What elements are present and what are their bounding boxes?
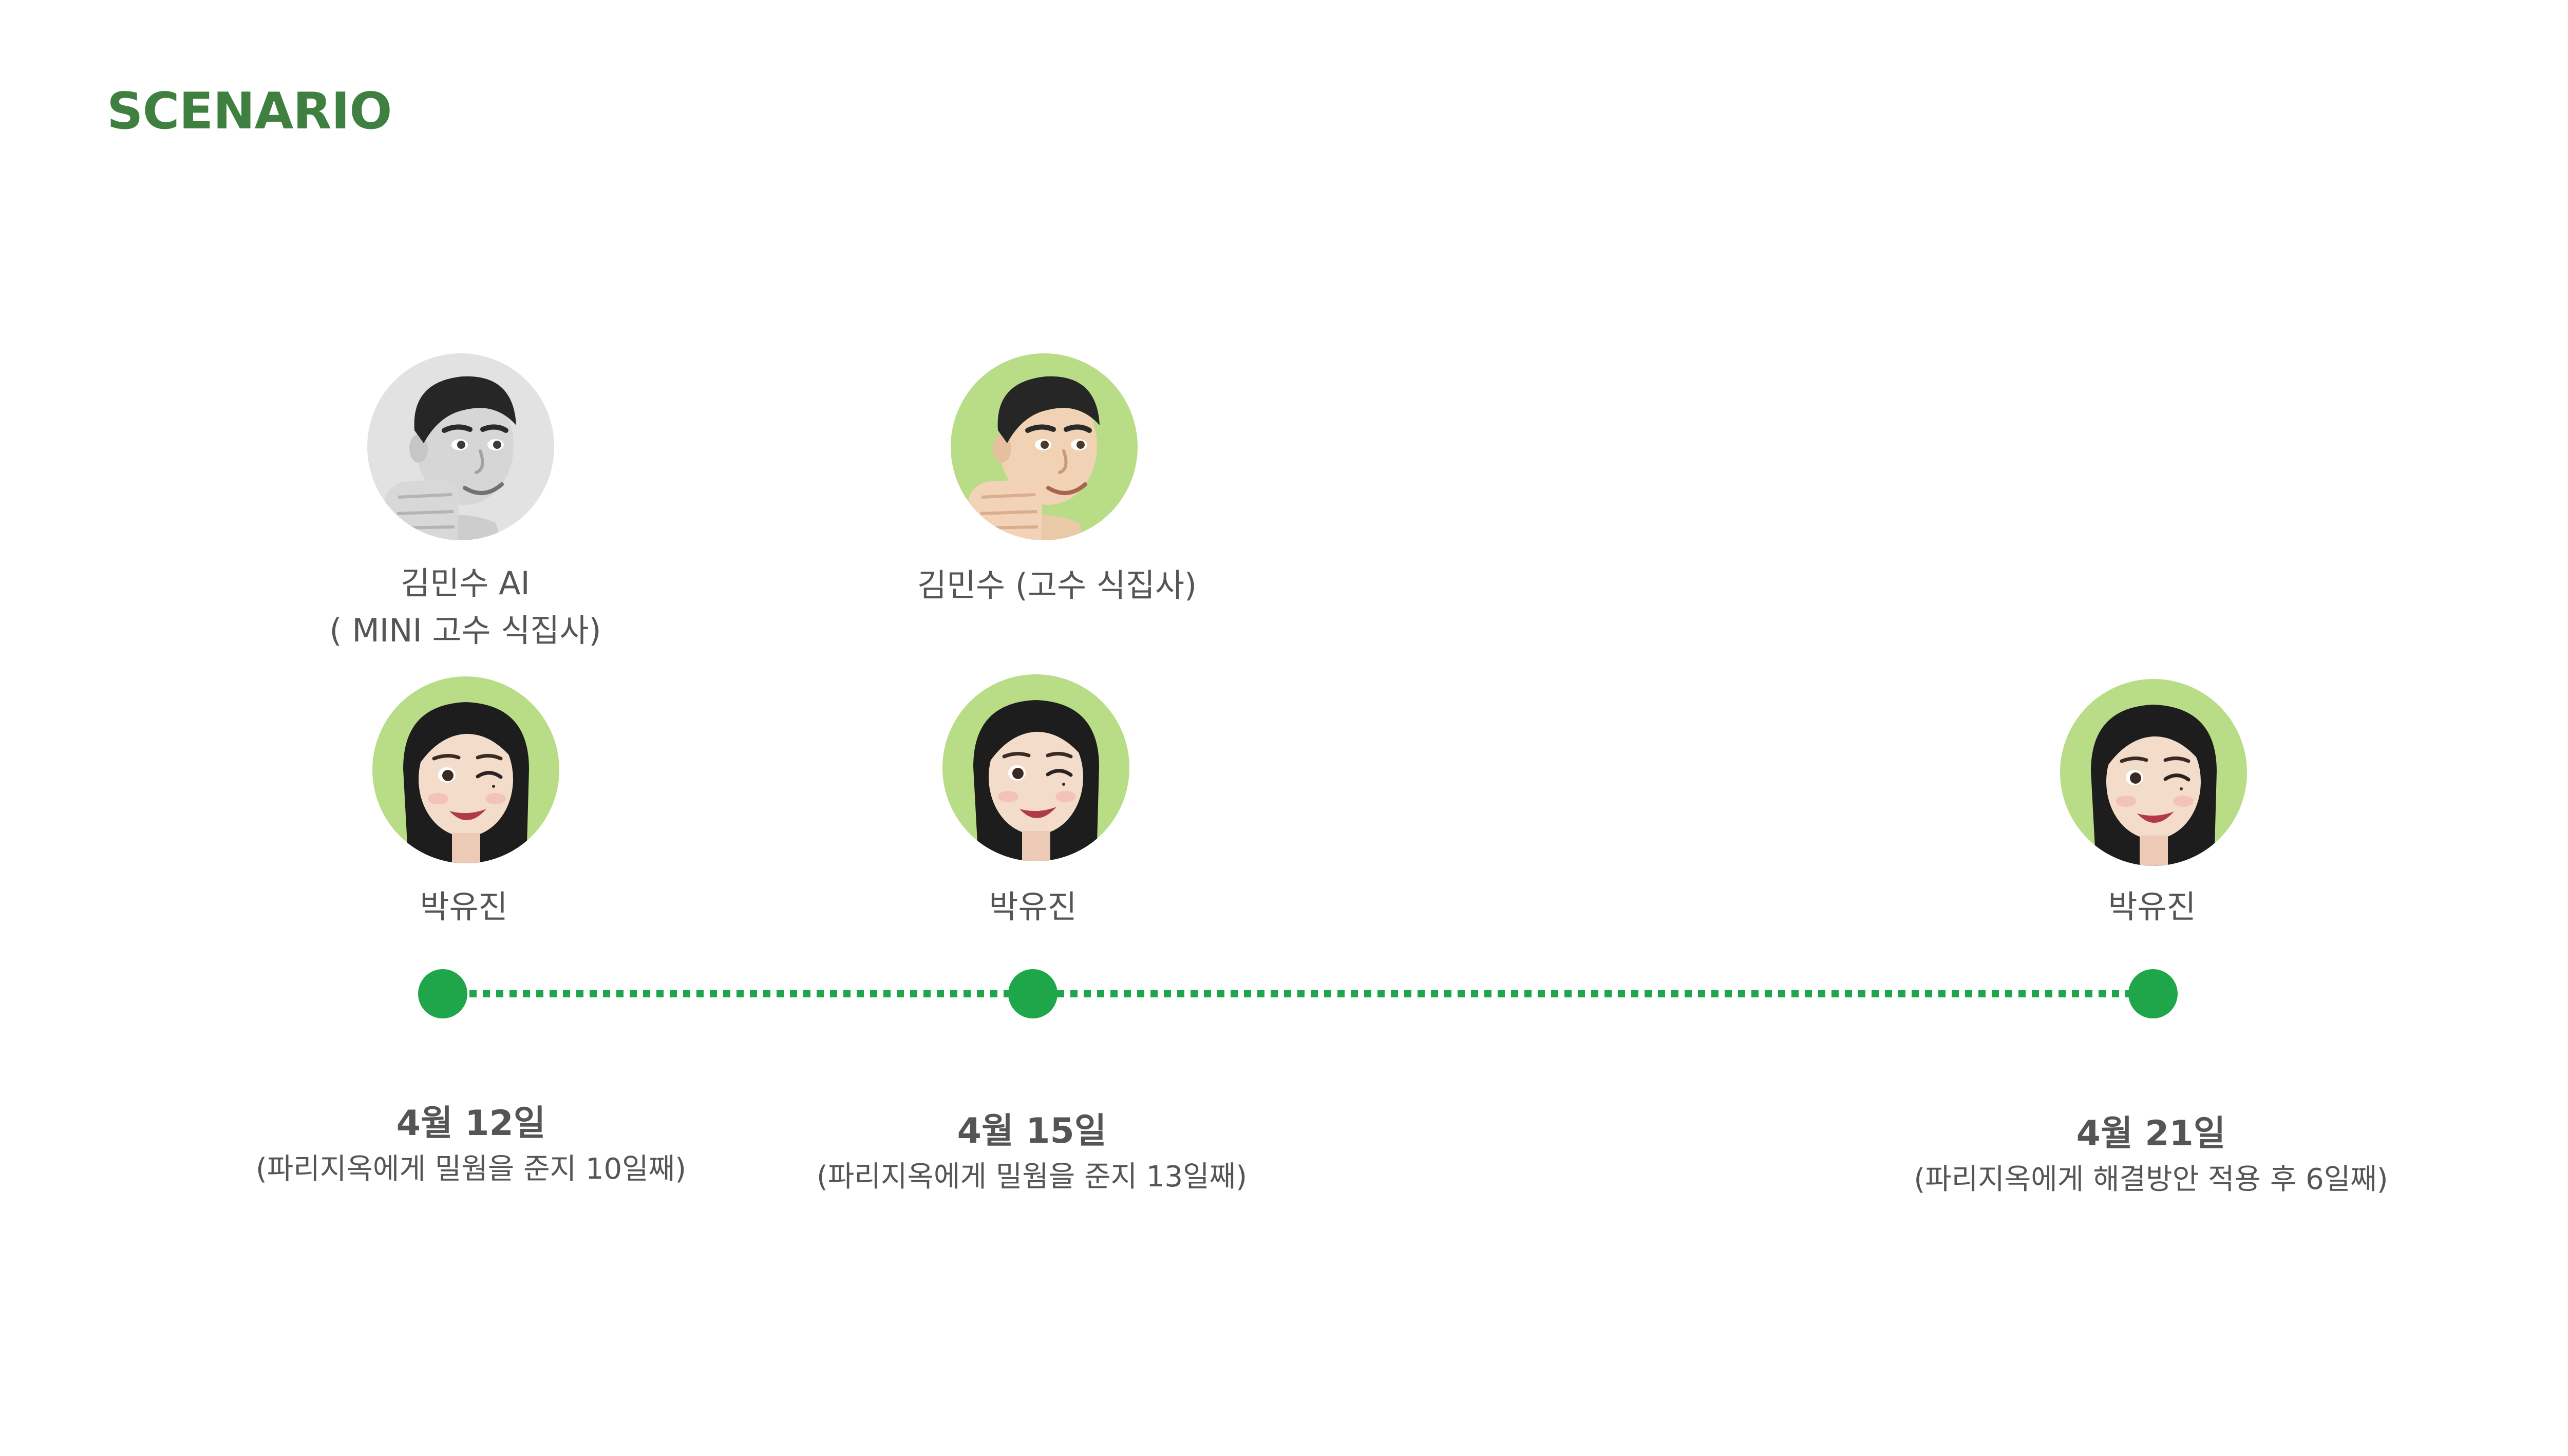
- timeline-dot-2[interactable]: [1008, 969, 1058, 1018]
- timeline-dot-3[interactable]: [2128, 969, 2178, 1018]
- mentor-expert-avatar: [951, 353, 1138, 540]
- man-fist-memoji-icon: [951, 353, 1138, 540]
- user-label-1: 박유진: [420, 888, 508, 925]
- user-label-3: 박유진: [2108, 888, 2196, 925]
- user-avatar-2: [942, 674, 1129, 861]
- man-fist-memoji-grayscale-icon: [367, 353, 554, 540]
- page-title: SCENARIO: [107, 82, 392, 141]
- timeline-dot-1[interactable]: [418, 969, 467, 1018]
- mentor-expert-name: 김민수 (고수 식집사): [917, 566, 1197, 604]
- milestone-date-3: 4월 21일: [2076, 1113, 2226, 1154]
- mentor-ai-label: 김민수 AI ( MINI 고수 식집사): [157, 560, 773, 654]
- milestone-note-3: (파리지옥에게 해결방안 적용 후 6일째): [1914, 1163, 2388, 1196]
- milestone-note-2: (파리지옥에게 밀웜을 준지 13일째): [816, 1160, 1248, 1194]
- user-avatar-3: [2060, 679, 2247, 866]
- milestone-date-2: 4월 15일: [957, 1111, 1107, 1151]
- woman-wink-memoji-icon: [372, 676, 559, 863]
- milestone-3: 4월 21일 (파리지옥에게 해결방안 적용 후 6일째): [1817, 1109, 2485, 1201]
- user-label-2: 박유진: [989, 888, 1077, 925]
- woman-wink-memoji-icon: [942, 674, 1129, 861]
- woman-wink-memoji-icon: [2060, 679, 2247, 866]
- mentor-ai-avatar: [367, 353, 554, 540]
- mentor-expert-label: 김민수 (고수 식집사): [749, 562, 1365, 609]
- user-avatar-1: [372, 676, 559, 863]
- mentor-ai-name: 김민수 AI: [401, 564, 530, 602]
- mentor-ai-role: ( MINI 고수 식집사): [329, 612, 601, 649]
- milestone-2: 4월 15일 (파리지옥에게 밀웜을 준지 13일째): [698, 1107, 1366, 1198]
